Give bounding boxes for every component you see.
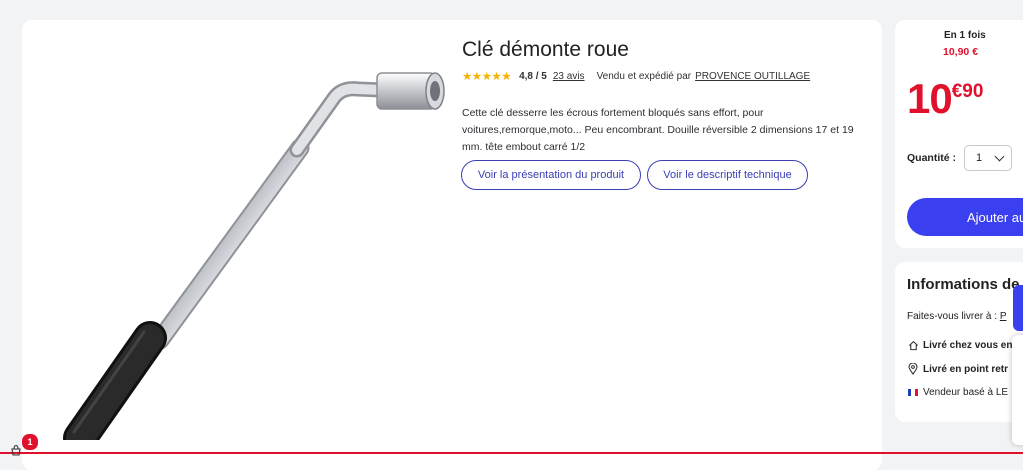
bottom-bar bbox=[0, 452, 1023, 454]
seller-link[interactable]: PROVENCE OUTILLAGE bbox=[695, 71, 810, 82]
cart-icon[interactable] bbox=[10, 444, 22, 456]
cart-badge: 1 bbox=[21, 433, 39, 451]
france-flag-icon bbox=[907, 389, 919, 396]
location-pin-icon bbox=[907, 363, 919, 375]
pickup-text: Livré en point retr bbox=[923, 363, 1009, 375]
quantity-label: Quantité : bbox=[907, 152, 956, 164]
price-whole: 10 bbox=[907, 75, 953, 122]
reviews-link[interactable]: 23 avis bbox=[553, 71, 585, 82]
price-cents: €90 bbox=[951, 81, 984, 102]
quantity-select[interactable]: 1 bbox=[964, 145, 1012, 171]
rating-score: 4,8 / 5 bbox=[519, 70, 547, 82]
info-title: Informations de bbox=[907, 276, 1020, 293]
product-description: Cette clé desserre les écrous fortement … bbox=[462, 107, 854, 153]
payment-amount: 10,90 € bbox=[943, 46, 979, 58]
chat-tab[interactable] bbox=[1013, 285, 1023, 331]
delivery-info-card: Informations de Faites-vous livrer à : P… bbox=[895, 262, 1023, 422]
product-title: Clé démonte roue bbox=[462, 38, 629, 61]
chevron-down-icon bbox=[994, 151, 1005, 162]
home-delivery-line: Livré chez vous en bbox=[907, 340, 1012, 351]
delivery-location-link[interactable]: P bbox=[1000, 311, 1007, 322]
home-icon bbox=[907, 340, 919, 351]
seller-prefix: Vendu et expédié par bbox=[596, 70, 692, 82]
payment-label: En 1 fois bbox=[944, 30, 986, 41]
add-to-cart-button[interactable]: Ajouter au bbox=[907, 198, 1023, 236]
seller-location-text: Vendeur basé à LE bbox=[923, 387, 1009, 398]
purchase-card: En 1 fois 10,90 € 10€90 Quantité : 1 Ajo… bbox=[895, 20, 1023, 248]
seller-location-line: Vendeur basé à LE bbox=[907, 387, 1008, 398]
product-presentation-button[interactable]: Voir la présentation du produit bbox=[461, 160, 641, 190]
rating-row: ★★★★★ 4,8 / 5 23 avis Vendu et expédié p… bbox=[462, 69, 810, 84]
side-panel[interactable] bbox=[1012, 335, 1023, 445]
technical-description-button[interactable]: Voir le descriptif technique bbox=[647, 160, 808, 190]
star-icon: ★★★★★ bbox=[462, 71, 512, 83]
delivery-location-line: Faites-vous livrer à : P bbox=[907, 311, 1006, 322]
home-delivery-text: Livré chez vous en bbox=[923, 340, 1013, 351]
product-card: Clé démonte roue ★★★★★ 4,8 / 5 23 avis V… bbox=[22, 20, 882, 470]
product-image bbox=[63, 72, 445, 440]
pickup-line: Livré en point retr bbox=[907, 363, 1008, 375]
quantity-value: 1 bbox=[976, 152, 983, 164]
delivery-prefix: Faites-vous livrer à : bbox=[907, 311, 998, 322]
price: 10€90 bbox=[907, 75, 983, 123]
